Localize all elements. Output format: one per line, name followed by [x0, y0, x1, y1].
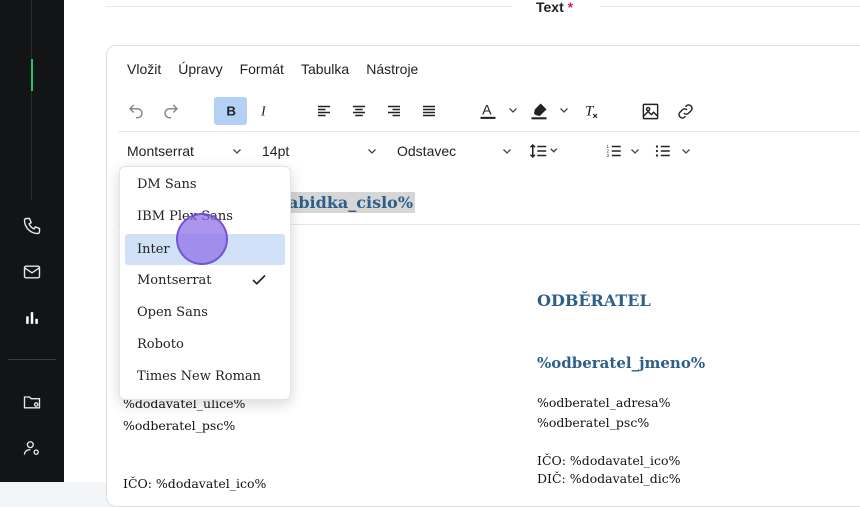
menu-nastroje[interactable]: Nástroje [366, 61, 418, 77]
clear-formatting-icon[interactable]: T [576, 97, 606, 125]
link-icon[interactable] [670, 97, 700, 125]
svg-text:I: I [260, 105, 267, 119]
chevron-down-icon[interactable] [629, 144, 641, 162]
user-settings-icon[interactable] [20, 436, 44, 460]
app-sidebar [0, 0, 64, 482]
text-color-icon[interactable]: A [473, 97, 503, 125]
customer-heading: ODBĚRATEL [537, 291, 651, 310]
bullet-list-icon[interactable] [648, 137, 678, 165]
numbered-list-icon[interactable]: 123 [599, 137, 629, 165]
text-field-label: Text * [536, 0, 574, 15]
chevron-down-icon[interactable] [680, 144, 692, 162]
supplier-psc: %odberatel_psc% [123, 418, 236, 433]
align-left-icon[interactable] [309, 97, 339, 125]
line-height-icon[interactable] [524, 137, 564, 165]
bold-button[interactable]: B [214, 97, 247, 125]
chevron-down-icon [368, 149, 376, 154]
image-icon[interactable] [635, 97, 665, 125]
font-family-dropdown: DM Sans IBM Plex Sans Inter Montserrat O… [119, 166, 291, 400]
divider [600, 6, 860, 7]
customer-dic: DIČ: %dodavatel_dic% [537, 471, 681, 486]
customer-psc: %odberatel_psc% [537, 415, 650, 430]
chevron-down-icon [503, 149, 511, 154]
folder-settings-icon[interactable] [20, 390, 44, 414]
sidebar-track [31, 0, 32, 200]
block-format-select[interactable]: Odstavec [397, 137, 517, 165]
align-right-icon[interactable] [379, 97, 409, 125]
menu-tabulka[interactable]: Tabulka [301, 61, 349, 77]
font-option-montserrat[interactable]: Montserrat [125, 265, 285, 296]
mail-icon[interactable] [20, 260, 44, 284]
customer-name: %odberatel_jmeno% [537, 354, 706, 372]
editor-menubar: Vložit Úpravy Formát Tabulka Nástroje [127, 61, 435, 77]
phone-icon[interactable] [20, 214, 44, 238]
checkmark-icon [252, 274, 266, 285]
undo-button[interactable] [121, 97, 151, 125]
font-option-dm-sans[interactable]: DM Sans [125, 169, 285, 200]
font-option-times-new-roman[interactable]: Times New Roman [125, 361, 285, 392]
chevron-down-icon[interactable] [507, 103, 519, 121]
pointer-cursor-indicator [176, 213, 228, 265]
menu-upravy[interactable]: Úpravy [178, 61, 222, 77]
bar-chart-icon[interactable] [20, 306, 44, 330]
menu-format[interactable]: Formát [240, 61, 284, 77]
customer-ico: IČO: %dodavatel_ico% [537, 453, 681, 468]
chevron-down-icon [233, 149, 241, 154]
svg-text:A: A [482, 102, 492, 118]
font-option-roboto[interactable]: Roboto [125, 329, 285, 360]
divider [106, 6, 512, 7]
align-justify-icon[interactable] [414, 97, 444, 125]
selected-placeholder[interactable]: abidka_cislo% [286, 192, 416, 213]
svg-text:B: B [226, 104, 236, 119]
chevron-down-icon[interactable] [558, 103, 570, 121]
redo-button[interactable] [156, 97, 186, 125]
sidebar-divider [8, 359, 56, 360]
highlight-color-icon[interactable] [524, 97, 554, 125]
sidebar-active-indicator [31, 59, 33, 91]
menu-vlozit[interactable]: Vložit [127, 61, 161, 77]
svg-text:3: 3 [607, 153, 610, 158]
italic-button[interactable]: I [250, 97, 280, 125]
toolbar-divider [118, 131, 860, 132]
align-center-icon[interactable] [344, 97, 374, 125]
font-option-open-sans[interactable]: Open Sans [125, 297, 285, 328]
customer-address: %odberatel_adresa% [537, 395, 671, 410]
font-family-select[interactable]: Montserrat [127, 137, 247, 165]
supplier-ico: IČO: %dodavatel_ico% [123, 476, 267, 491]
font-size-select[interactable]: 14pt [262, 137, 382, 165]
